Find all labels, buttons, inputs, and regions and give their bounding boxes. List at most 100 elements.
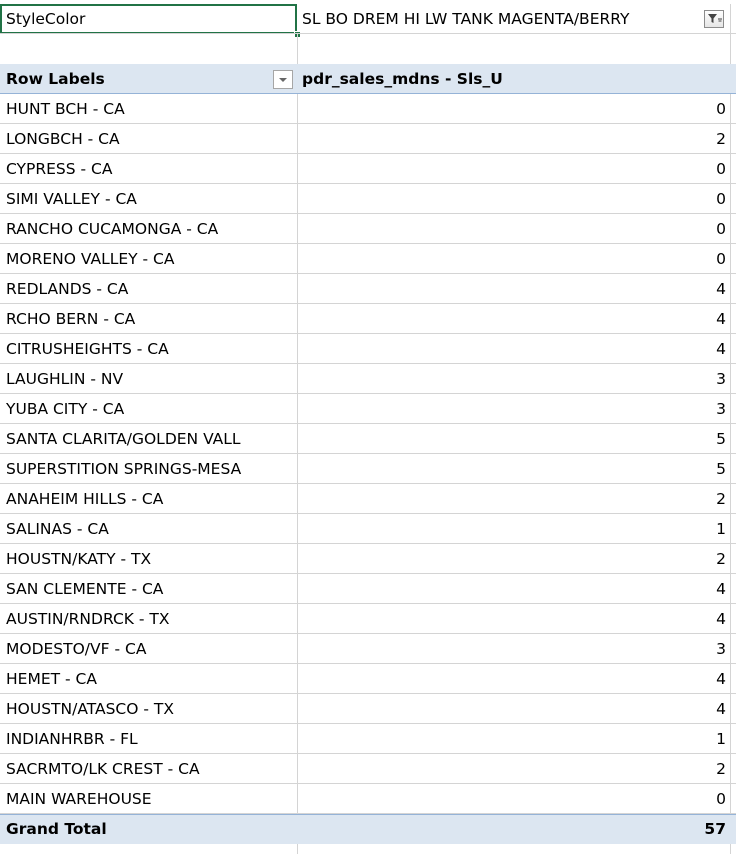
grand-total-label-cell[interactable]: Grand Total	[0, 814, 297, 844]
grid-line	[730, 34, 731, 64]
row-label: REDLANDS - CA	[6, 280, 129, 298]
grid-line	[730, 334, 731, 364]
row-value-cell[interactable]: 4	[298, 664, 730, 694]
blank-row	[0, 34, 736, 64]
row-label-cell[interactable]: MAIN WAREHOUSE	[0, 784, 297, 814]
table-row: ANAHEIM HILLS - CA 2	[0, 484, 736, 514]
table-row: HUNT BCH - CA 0	[0, 94, 736, 124]
row-label: MODESTO/VF - CA	[6, 640, 147, 658]
row-label-cell[interactable]: HOUSTN/KATY - TX	[0, 544, 297, 574]
row-label-cell[interactable]: SUPERSTITION SPRINGS-MESA	[0, 454, 297, 484]
value-field-header[interactable]: pdr_sales_mdns - Sls_U	[298, 64, 730, 94]
row-label-cell[interactable]: MORENO VALLEY - CA	[0, 244, 297, 274]
row-value-cell[interactable]: 3	[298, 634, 730, 664]
row-label-cell[interactable]: LONGBCH - CA	[0, 124, 297, 154]
row-value-cell[interactable]: 2	[298, 484, 730, 514]
blank-cell[interactable]	[298, 34, 730, 64]
row-value-cell[interactable]: 4	[298, 334, 730, 364]
row-label-cell[interactable]: SAN CLEMENTE - CA	[0, 574, 297, 604]
row-value: 5	[716, 430, 726, 448]
row-label-cell[interactable]: RCHO BERN - CA	[0, 304, 297, 334]
row-label: INDIANHRBR - FL	[6, 730, 138, 748]
row-label-cell[interactable]: CITRUSHEIGHTS - CA	[0, 334, 297, 364]
row-label-cell[interactable]: INDIANHRBR - FL	[0, 724, 297, 754]
table-row: SACRMTO/LK CREST - CA 2	[0, 754, 736, 784]
grid-line	[730, 574, 731, 604]
row-label-cell[interactable]: SACRMTO/LK CREST - CA	[0, 754, 297, 784]
row-label-cell[interactable]: SALINAS - CA	[0, 514, 297, 544]
row-value-cell[interactable]: 4	[298, 304, 730, 334]
row-label-cell[interactable]: SIMI VALLEY - CA	[0, 184, 297, 214]
row-label: MORENO VALLEY - CA	[6, 250, 175, 268]
row-label: AUSTIN/RNDRCK - TX	[6, 610, 170, 628]
row-label: HOUSTN/KATY - TX	[6, 550, 152, 568]
row-value: 3	[716, 400, 726, 418]
row-label-cell[interactable]: HUNT BCH - CA	[0, 94, 297, 124]
row-label-cell[interactable]: LAUGHLIN - NV	[0, 364, 297, 394]
row-label: CITRUSHEIGHTS - CA	[6, 340, 169, 358]
row-value-cell[interactable]: 1	[298, 514, 730, 544]
table-row: YUBA CITY - CA 3	[0, 394, 736, 424]
grand-total-value-cell[interactable]: 57	[298, 814, 730, 844]
row-value-cell[interactable]: 0	[298, 154, 730, 184]
grid-line	[730, 754, 731, 784]
row-value-cell[interactable]: 2	[298, 124, 730, 154]
row-value-cell[interactable]: 3	[298, 364, 730, 394]
row-labels-header[interactable]: Row Labels	[0, 64, 297, 94]
row-value: 4	[716, 670, 726, 688]
blank-cell[interactable]	[0, 34, 297, 64]
row-label: SUPERSTITION SPRINGS-MESA	[6, 460, 242, 478]
row-label-cell[interactable]: SANTA CLARITA/GOLDEN VALL	[0, 424, 297, 454]
row-label-cell[interactable]: CYPRESS - CA	[0, 154, 297, 184]
table-row: MODESTO/VF - CA 3	[0, 634, 736, 664]
row-value: 4	[716, 280, 726, 298]
grid-line	[730, 784, 731, 814]
grid-line	[730, 94, 731, 124]
row-label-cell[interactable]: AUSTIN/RNDRCK - TX	[0, 604, 297, 634]
row-value-cell[interactable]: 0	[298, 244, 730, 274]
grid-line	[297, 844, 298, 854]
row-value: 0	[716, 790, 726, 808]
dropdown-arrow-icon[interactable]	[273, 70, 293, 89]
filter-label-cell[interactable]: StyleColor	[0, 4, 297, 34]
row-value-cell[interactable]: 4	[298, 274, 730, 304]
row-value-cell[interactable]: 5	[298, 454, 730, 484]
row-value-cell[interactable]: 0	[298, 214, 730, 244]
grid-line	[730, 544, 731, 574]
row-value: 2	[716, 550, 726, 568]
row-value-cell[interactable]: 4	[298, 604, 730, 634]
row-value-cell[interactable]: 2	[298, 544, 730, 574]
filter-value-cell[interactable]: SL BO DREM HI LW TANK MAGENTA/BERRY	[298, 4, 730, 34]
blank-row	[0, 844, 736, 854]
row-label-cell[interactable]: YUBA CITY - CA	[0, 394, 297, 424]
filter-active-icon[interactable]	[704, 10, 724, 28]
row-value-cell[interactable]: 1	[298, 724, 730, 754]
table-row: INDIANHRBR - FL 1	[0, 724, 736, 754]
row-value-cell[interactable]: 0	[298, 184, 730, 214]
grid-line	[730, 244, 731, 274]
row-label-cell[interactable]: REDLANDS - CA	[0, 274, 297, 304]
row-value: 4	[716, 340, 726, 358]
row-value-cell[interactable]: 0	[298, 784, 730, 814]
row-value: 0	[716, 190, 726, 208]
table-row: SUPERSTITION SPRINGS-MESA 5	[0, 454, 736, 484]
grand-total-value: 57	[704, 820, 726, 838]
row-label-cell[interactable]: MODESTO/VF - CA	[0, 634, 297, 664]
row-value-cell[interactable]: 3	[298, 394, 730, 424]
row-label-cell[interactable]: RANCHO CUCAMONGA - CA	[0, 214, 297, 244]
row-value-cell[interactable]: 0	[298, 94, 730, 124]
row-label-cell[interactable]: HOUSTN/ATASCO - TX	[0, 694, 297, 724]
table-row: SANTA CLARITA/GOLDEN VALL 5	[0, 424, 736, 454]
row-label-cell[interactable]: ANAHEIM HILLS - CA	[0, 484, 297, 514]
row-value-cell[interactable]: 2	[298, 754, 730, 784]
row-value-cell[interactable]: 5	[298, 424, 730, 454]
row-value-cell[interactable]: 4	[298, 694, 730, 724]
grid-line	[730, 604, 731, 634]
grid-line	[730, 394, 731, 424]
row-value-cell[interactable]: 4	[298, 574, 730, 604]
row-value: 4	[716, 310, 726, 328]
row-value: 4	[716, 610, 726, 628]
table-row: AUSTIN/RNDRCK - TX 4	[0, 604, 736, 634]
row-label-cell[interactable]: HEMET - CA	[0, 664, 297, 694]
spreadsheet-grid: StyleColor SL BO DREM HI LW TANK MAGENTA…	[0, 0, 736, 854]
